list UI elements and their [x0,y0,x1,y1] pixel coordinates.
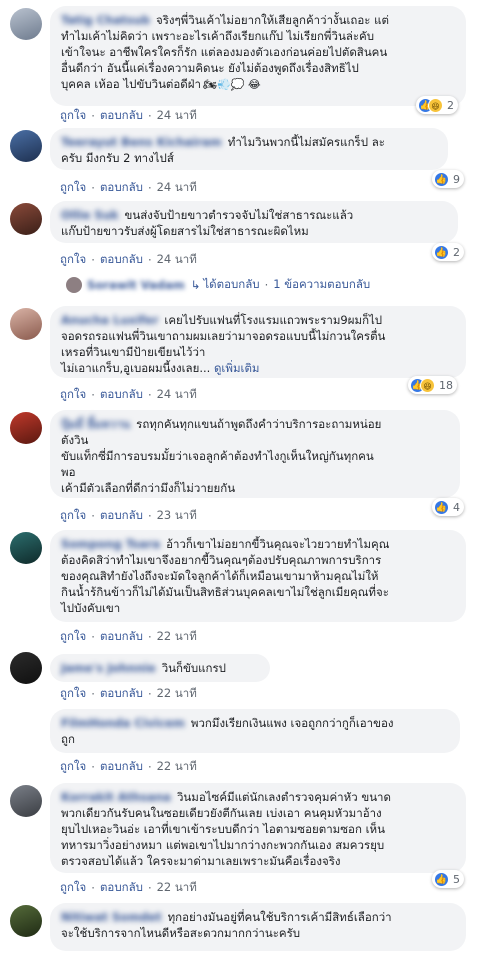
commenter-name[interactable]: Teerayut Bens Kichairam [61,134,222,150]
emoji-text: 🏍💨💭 😂 [202,78,261,91]
commenter-name[interactable]: ปุ้มมี่ ยิ้มหวาน [61,416,130,432]
reaction-count: 4 [453,500,460,514]
comment-actions: ถูกใจ · ตอบกลับ · 22 นาที [60,759,197,774]
reaction-count: 5 [453,872,460,886]
like-link[interactable]: ถูกใจ [60,880,86,894]
timestamp[interactable]: 23 นาที [157,508,197,522]
comment-actions: ถูกใจ · ตอบกลับ · 24 นาที [60,108,197,123]
timestamp[interactable]: 24 นาที [157,252,197,266]
comment-bubble: FilmHonda Civicem พวกมึงเรียกเงินแพง เจอถ… [50,709,460,753]
commenter-name[interactable]: Tatig Chatsub [61,12,150,28]
reaction-badge[interactable]: 👍 9 [432,170,464,188]
like-reaction-icon: 👍 [434,244,449,260]
comment-actions: ถูกใจ · ตอบกลับ · 22 นาที [60,629,197,644]
comment-actions: ถูกใจ · ตอบกลับ · 22 นาที [60,880,197,895]
like-link[interactable]: ถูกใจ [60,686,86,700]
reply-link[interactable]: ตอบกลับ [100,686,143,700]
like-link[interactable]: ถูกใจ [60,508,86,522]
timestamp[interactable]: 24 นาที [157,108,197,122]
commenter-name[interactable]: Sompong Tsara [61,536,160,552]
avatar[interactable] [10,905,42,937]
like-reaction-icon: 👍 [434,871,449,887]
comment-bubble: Korrakit Athsana วินมอไซค์มีแต่นักเลงตำรว… [50,783,466,873]
commenter-name[interactable]: Ollie Suk [61,207,119,223]
like-link[interactable]: ถูกใจ [60,629,86,643]
commenter-name[interactable]: Jame's Johnnie [61,660,156,676]
avatar[interactable] [10,532,42,564]
reaction-count: 2 [453,245,460,259]
comment-bubble: Teerayut Bens Kichairam ทำไมวินพวกนี้ไม่ส… [50,128,448,170]
reply-link[interactable]: ตอบกลับ [100,252,143,266]
avatar[interactable] [10,785,42,817]
reply-link[interactable]: ตอบกลับ [100,108,143,122]
replier-avatar [66,277,82,293]
timestamp[interactable]: 22 นาที [157,759,197,773]
like-link[interactable]: ถูกใจ [60,108,86,122]
reply-link[interactable]: ตอบกลับ [100,880,143,894]
comment-bubble: Anucha Luxifer เคยไปรับแฟนที่โรงแรมแถวพระ… [50,306,466,378]
reaction-badge[interactable]: 👍 4 [432,498,464,516]
reaction-count: 9 [453,172,460,186]
like-link[interactable]: ถูกใจ [60,180,86,194]
reaction-badge[interactable]: 👍 5 [432,870,464,888]
comment-actions: ถูกใจ · ตอบกลับ · 24 นาที [60,252,197,267]
comment-bubble: Tatig Chatsub จริงๆพี่วินเค้าไม่อยากให้เส… [50,6,466,106]
avatar[interactable] [10,412,42,444]
reply-link[interactable]: ตอบกลับ [100,759,143,773]
reply-arrow-icon: ↳ [190,278,201,292]
replier-name: Sorawit Vadam [87,278,185,292]
avatar[interactable] [10,8,42,40]
reaction-badge[interactable]: 👍 2 [432,243,464,261]
reply-link[interactable]: ตอบกลับ [100,387,143,401]
avatar[interactable] [10,130,42,162]
replied-label: ได้ตอบกลับ [203,277,260,291]
comment-bubble: Sompong Tsara อ้าวก็เขาไม่อยากขี้วินคุณจะ… [50,530,466,622]
timestamp[interactable]: 22 นาที [157,629,197,643]
commenter-name[interactable]: FilmHonda Civicem [61,715,185,731]
comment-actions: ถูกใจ · ตอบกลับ · 24 นาที [60,387,197,402]
comment-actions: ถูกใจ · ตอบกลับ · 23 นาที [60,508,197,523]
like-reaction-icon: 👍 [434,171,449,187]
avatar[interactable] [10,711,42,743]
see-more-link[interactable]: ดูเพิ่มเติม [214,361,260,375]
comment-actions: ถูกใจ · ตอบกลับ · 22 นาที [60,686,197,701]
commenter-name[interactable]: Korrakit Athsana [61,789,171,805]
like-link[interactable]: ถูกใจ [60,252,86,266]
like-link[interactable]: ถูกใจ [60,387,86,401]
like-reaction-icon: 👍 [434,499,449,515]
timestamp[interactable]: 24 นาที [157,180,197,194]
comment-bubble: ปุ้มมี่ ยิ้มหวาน รถทุกคันทุกแขนถ้าพูดถึงค… [50,410,460,498]
reaction-count: 2 [447,98,454,112]
reaction-count: 18 [439,378,453,392]
reply-link[interactable]: ตอบกลับ [100,508,143,522]
comment-bubble: Nitiwat Somdet ทุกอย่างมันอยู่ที่คนใช้บริ… [50,903,466,951]
timestamp[interactable]: 22 นาที [157,686,197,700]
reaction-badge[interactable]: 👍 😆 18 [408,376,457,394]
avatar[interactable] [10,203,42,235]
reply-count: 1 ข้อความตอบกลับ [273,277,371,291]
commenter-name[interactable]: Anucha Luxifer [61,312,158,328]
haha-reaction-icon: 😆 [428,97,443,113]
reply-link[interactable]: ตอบกลับ [100,180,143,194]
comment-text: วินก็ขับแกรป [161,661,226,675]
reply-link[interactable]: ตอบกลับ [100,629,143,643]
avatar[interactable] [10,308,42,340]
comment-bubble: Ollie Suk ขนส่งจับป้ายขาวตำรวจจับไม่ใช่สา… [50,201,458,243]
comment-bubble: Jame's Johnnie วินก็ขับแกรป [50,654,270,682]
timestamp[interactable]: 24 นาที [157,387,197,401]
avatar[interactable] [10,652,42,684]
timestamp[interactable]: 22 นาที [157,880,197,894]
reaction-badge[interactable]: 👍 😆 2 [416,96,458,114]
view-replies-link[interactable]: Sorawit Vadam ↳ ได้ตอบกลับ · 1 ข้อความตอบกลั… [66,276,370,294]
comment-actions: ถูกใจ · ตอบกลับ · 24 นาที [60,180,197,195]
like-link[interactable]: ถูกใจ [60,759,86,773]
commenter-name[interactable]: Nitiwat Somdet [61,909,162,925]
haha-reaction-icon: 😆 [420,377,435,393]
